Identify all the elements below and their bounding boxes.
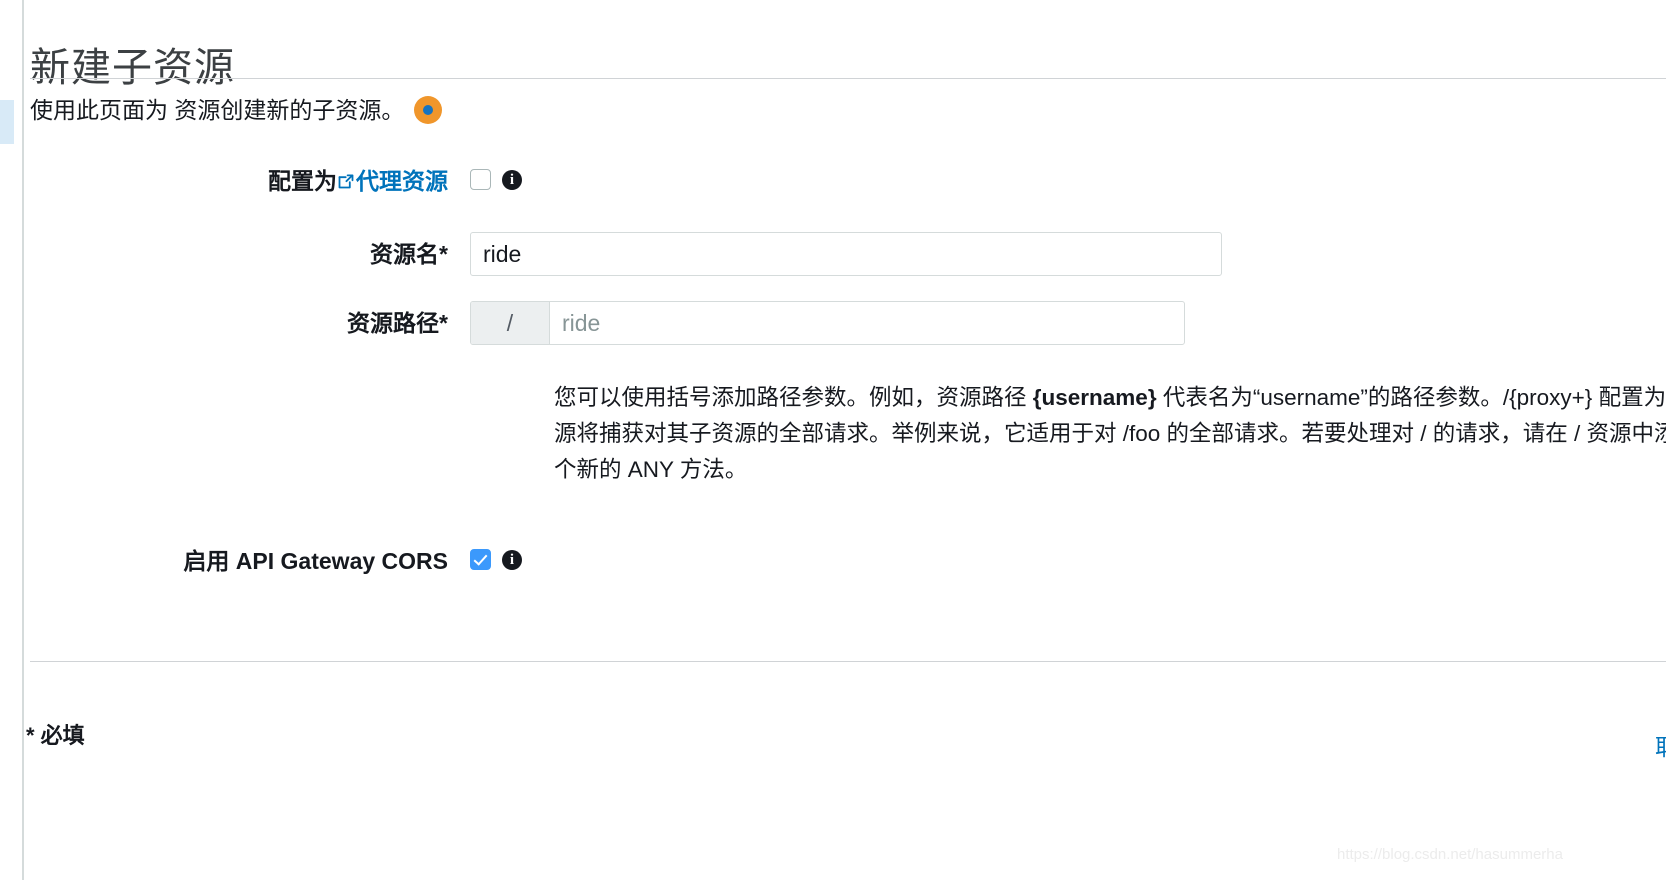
- page-title: 新建子资源: [30, 45, 235, 90]
- cors-checkbox[interactable]: [470, 549, 491, 570]
- proxy-resource-label: 配置为 代理资源: [0, 165, 470, 199]
- cancel-button[interactable]: 取消: [1655, 728, 1666, 762]
- cors-label: 启用 API Gateway CORS: [183, 548, 448, 574]
- resource-name-row: 资源名*: [0, 232, 1222, 276]
- proxy-info-icon[interactable]: i: [502, 169, 522, 190]
- left-border-rule: [22, 0, 24, 880]
- external-link-icon: [337, 167, 355, 199]
- cors-info-icon[interactable]: i: [502, 549, 522, 570]
- required-field-note: * 必填: [26, 723, 85, 748]
- help-part-1: 您可以使用括号添加路径参数。例如，资源路径: [554, 384, 1033, 410]
- proxy-resource-checkbox[interactable]: [470, 169, 491, 190]
- intro-text: 使用此页面为 资源创建新的子资源。: [30, 97, 405, 123]
- proxy-resource-row: 配置为 代理资源 i: [0, 165, 522, 199]
- intro-row: 使用此页面为 资源创建新的子资源。: [30, 92, 443, 128]
- new-child-resource-page: 新建子资源 使用此页面为 资源创建新的子资源。 配置为代理资源 i 资源名* 资…: [0, 0, 1666, 880]
- resource-path-control: /: [470, 301, 1185, 345]
- resource-path-help-text: 您可以使用括号添加路径参数。例如，资源路径 {username} 代表名为“us…: [554, 380, 1666, 488]
- watermark-text: https://blog.csdn.net/hasummerha: [1337, 846, 1563, 863]
- resource-name-control: [470, 232, 1222, 276]
- resource-path-row: 资源路径* /: [0, 301, 1185, 345]
- header-divider: [30, 78, 1666, 79]
- cors-row: 启用 API Gateway CORS i: [0, 545, 522, 577]
- resource-path-input-group: /: [470, 301, 1185, 345]
- proxy-label-prefix: 配置为: [268, 168, 337, 194]
- path-prefix-addon: /: [471, 302, 550, 344]
- resource-path-label: 资源路径*: [347, 310, 448, 336]
- cors-control: i: [470, 545, 522, 570]
- proxy-link-text: 代理资源: [356, 168, 448, 194]
- resource-path-input[interactable]: [550, 302, 1184, 344]
- proxy-resource-link[interactable]: 代理资源: [337, 168, 448, 194]
- resource-name-input[interactable]: [470, 232, 1222, 276]
- nav-accent-sliver: [0, 100, 14, 144]
- pointer-indicator-icon: [414, 96, 443, 124]
- footer-divider: [30, 661, 1666, 662]
- proxy-resource-control: i: [470, 165, 522, 190]
- help-bold-token: {username}: [1032, 384, 1157, 410]
- resource-name-label: 资源名*: [370, 241, 448, 267]
